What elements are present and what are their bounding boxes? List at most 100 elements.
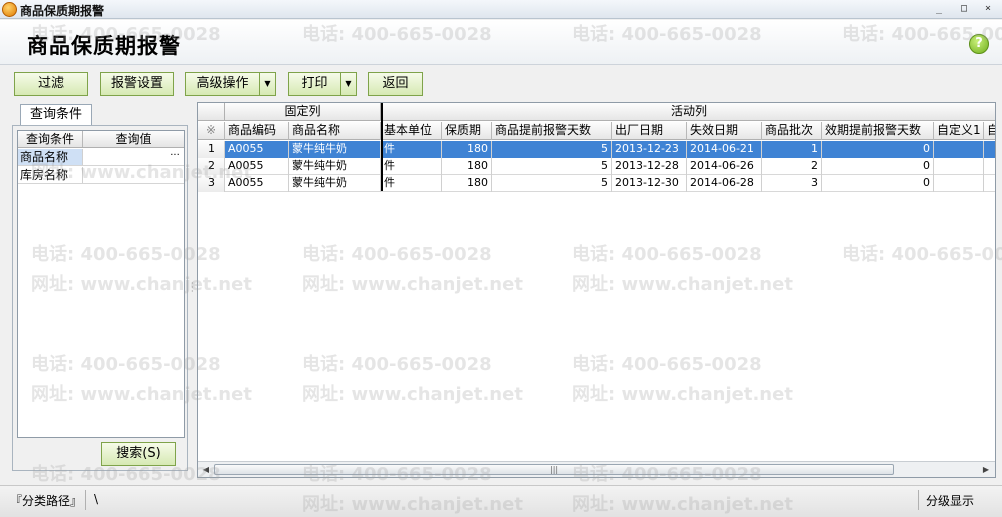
cell-product-warn-days: 5	[492, 175, 612, 192]
col-custom-2[interactable]: 自	[984, 122, 995, 140]
cell-shelf-life: 180	[442, 141, 492, 158]
query-grid-header: 查询条件 查询值	[18, 131, 184, 148]
level-display-button[interactable]: 分级显示	[926, 492, 974, 509]
toolbar: 过滤 报警设置 高级操作 ▼ 打印 ▼ 返回	[0, 66, 1002, 100]
row-selector-corner[interactable]: ※	[198, 122, 225, 140]
cell-custom-2	[984, 158, 995, 175]
cell-mfg-date: 2013-12-28	[612, 158, 687, 175]
col-product-name[interactable]: 商品名称	[289, 122, 381, 140]
cell-product-code: A0055	[225, 175, 289, 192]
print-button[interactable]: 打印 ▼	[288, 72, 357, 96]
group-active-columns: 活动列	[670, 104, 707, 118]
cell-batch: 2	[762, 158, 822, 175]
col-shelf-life[interactable]: 保质期	[442, 122, 492, 140]
query-panel: 查询条件 查询值 商品名称 ··· 库房名称	[12, 125, 188, 471]
tab-query-conditions[interactable]: 查询条件	[20, 104, 92, 126]
ellipsis-icon[interactable]: ···	[168, 149, 182, 165]
cell-product-warn-days: 5	[492, 158, 612, 175]
scroll-left-icon[interactable]: ◀	[200, 464, 212, 476]
status-bar: 『分类路径』 \ 分级显示	[0, 485, 1002, 517]
query-row-product-name[interactable]: 商品名称 ···	[18, 149, 184, 166]
table-row[interactable]: 3 A0055 蒙牛纯牛奶 件 180 5 2013-12-30 2014-06…	[198, 175, 995, 192]
scroll-thumb[interactable]: |||	[214, 464, 894, 475]
cell-custom-2	[984, 141, 995, 158]
cell-expiry-warn-days: 0	[822, 141, 934, 158]
table-row[interactable]: 1 A0055 蒙牛纯牛奶 件 180 5 2013-12-23 2014-06…	[198, 141, 995, 158]
cell-base-unit: 件	[381, 158, 442, 175]
col-base-unit[interactable]: 基本单位	[381, 122, 442, 140]
scroll-right-icon[interactable]: ▶	[980, 464, 992, 476]
dropdown-arrow-icon[interactable]: ▼	[340, 73, 356, 95]
col-batch[interactable]: 商品批次	[762, 122, 822, 140]
back-button[interactable]: 返回	[368, 72, 423, 96]
col-custom-1[interactable]: 自定义1	[934, 122, 984, 140]
grip-icon: |||	[550, 465, 559, 474]
query-condition-label: 库房名称	[18, 167, 83, 183]
table-row[interactable]: 2 A0055 蒙牛纯牛奶 件 180 5 2013-12-28 2014-06…	[198, 158, 995, 175]
cell-product-name: 蒙牛纯牛奶	[289, 141, 381, 158]
col-expiry-warn-days[interactable]: 效期提前报警天数	[822, 122, 934, 140]
category-path-value: \	[94, 492, 99, 506]
close-button[interactable]: ×	[981, 3, 995, 15]
cell-expiry-warn-days: 0	[822, 175, 934, 192]
column-header: 查询条件	[18, 131, 83, 147]
query-condition-label: 商品名称	[18, 149, 83, 165]
row-number: 3	[198, 175, 225, 192]
query-conditions-grid: 查询条件 查询值 商品名称 ··· 库房名称	[17, 130, 185, 438]
cell-batch: 1	[762, 141, 822, 158]
maximize-button[interactable]: □	[957, 3, 971, 15]
divider	[918, 490, 919, 510]
divider	[85, 490, 86, 510]
col-expiry-date[interactable]: 失效日期	[687, 122, 762, 140]
col-product-code[interactable]: 商品编码	[225, 122, 289, 140]
filter-button[interactable]: 过滤	[14, 72, 88, 96]
cell-product-code: A0055	[225, 141, 289, 158]
alarm-settings-button[interactable]: 报警设置	[100, 72, 174, 96]
row-number: 2	[198, 158, 225, 175]
minimize-button[interactable]: _	[932, 3, 946, 15]
cell-custom-2	[984, 175, 995, 192]
page-header: 商品保质期报警	[0, 20, 1002, 65]
cell-product-warn-days: 5	[492, 141, 612, 158]
cell-custom-1	[934, 158, 984, 175]
title-bar: 商品保质期报警 _ □ ×	[0, 0, 1002, 19]
cell-shelf-life: 180	[442, 175, 492, 192]
category-path-label[interactable]: 『分类路径』	[10, 492, 82, 509]
cell-mfg-date: 2013-12-23	[612, 141, 687, 158]
query-row-warehouse-name[interactable]: 库房名称	[18, 167, 184, 184]
dropdown-arrow-icon[interactable]: ▼	[259, 73, 275, 95]
row-number: 1	[198, 141, 225, 158]
horizontal-scrollbar[interactable]: ◀ ||| ▶	[198, 461, 995, 477]
group-fixed-columns: 固定列	[225, 103, 381, 121]
cell-mfg-date: 2013-12-30	[612, 175, 687, 192]
query-value-input[interactable]: ···	[83, 149, 184, 165]
app-logo-icon	[2, 2, 17, 17]
page-title: 商品保质期报警	[27, 34, 181, 58]
cell-expiry-date: 2014-06-28	[687, 175, 762, 192]
column-header: 查询值	[115, 132, 152, 146]
panel-splitter[interactable]: · · ·	[191, 280, 195, 296]
search-button[interactable]: 搜索(S)	[101, 442, 176, 466]
cell-product-code: A0055	[225, 158, 289, 175]
column-group-header: 固定列 活动列	[198, 103, 995, 121]
cell-base-unit: 件	[381, 141, 442, 158]
cell-shelf-life: 180	[442, 158, 492, 175]
cell-product-name: 蒙牛纯牛奶	[289, 158, 381, 175]
group-corner	[198, 103, 225, 121]
cell-custom-1	[934, 175, 984, 192]
advanced-operations-button[interactable]: 高级操作 ▼	[185, 72, 276, 96]
cell-expiry-warn-days: 0	[822, 158, 934, 175]
cell-expiry-date: 2014-06-21	[687, 141, 762, 158]
cell-product-name: 蒙牛纯牛奶	[289, 175, 381, 192]
cell-custom-1	[934, 141, 984, 158]
cell-batch: 3	[762, 175, 822, 192]
fixed-column-divider[interactable]	[381, 103, 383, 191]
help-icon[interactable]: ?	[969, 34, 989, 54]
print-label: 打印	[301, 76, 328, 91]
alarm-data-grid: 固定列 活动列 ※ 商品编码 商品名称 基本单位 保质期 商品提前报警天数 出厂…	[197, 102, 996, 478]
advanced-operations-label: 高级操作	[196, 76, 249, 91]
query-value-input[interactable]	[83, 167, 184, 183]
col-product-warn-days[interactable]: 商品提前报警天数	[492, 122, 612, 140]
cell-expiry-date: 2014-06-26	[687, 158, 762, 175]
col-mfg-date[interactable]: 出厂日期	[612, 122, 687, 140]
